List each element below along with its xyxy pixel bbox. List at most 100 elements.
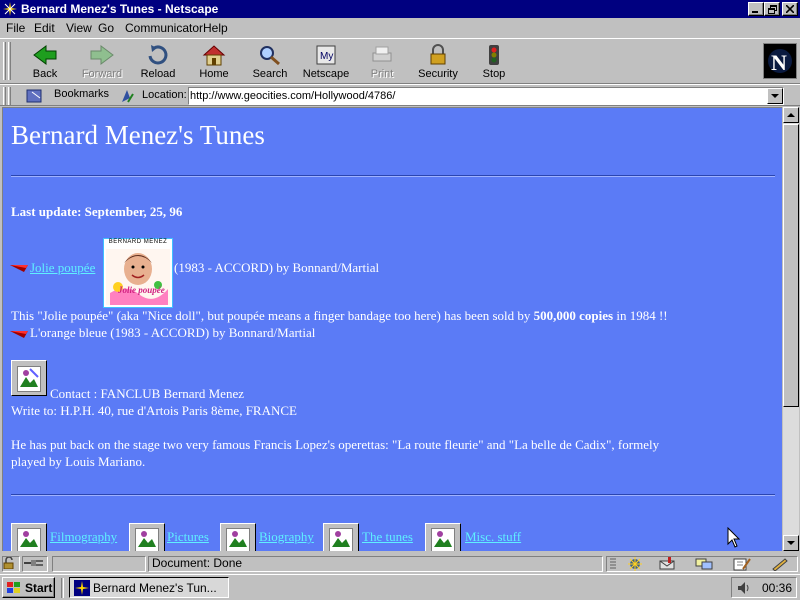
- menu-help[interactable]: Help: [203, 21, 228, 35]
- song1-description: This "Jolie poupée" (aka "Nice doll", bu…: [11, 308, 668, 324]
- taskbar-item-netscape[interactable]: Bernard Menez's Tun...: [69, 577, 229, 598]
- nav-link-filmography[interactable]: Filmography: [50, 529, 117, 545]
- menu-communicator[interactable]: Communicator: [125, 21, 203, 35]
- netscape-label: Netscape: [302, 68, 350, 80]
- clock: 00:36: [762, 581, 793, 595]
- menu-view[interactable]: View: [66, 21, 92, 35]
- stop-icon: [489, 45, 499, 65]
- broken-image-icon[interactable]: [11, 523, 47, 551]
- netscape-app-icon[interactable]: [2, 1, 18, 17]
- location-label: Location:: [142, 89, 187, 101]
- location-field[interactable]: [188, 87, 784, 105]
- progress-bar: [52, 556, 146, 572]
- connection-status: [22, 556, 48, 572]
- song2-title: L'orange bleue (1983 - ACCORD) by Bonnar…: [30, 325, 316, 340]
- back-button[interactable]: Back: [19, 42, 71, 82]
- scrollbar-thumb[interactable]: [783, 124, 799, 407]
- close-icon: [786, 5, 794, 13]
- speaker-icon[interactable]: [736, 580, 752, 596]
- search-icon: [260, 46, 280, 66]
- broken-image-icon[interactable]: [425, 523, 461, 551]
- search-button[interactable]: Search: [244, 42, 296, 82]
- menu-go[interactable]: Go: [98, 21, 114, 35]
- nav-link-pictures[interactable]: Pictures: [167, 529, 209, 545]
- vertical-scrollbar[interactable]: [783, 107, 799, 551]
- bookmarks-icon[interactable]: [24, 88, 46, 104]
- composer-icon[interactable]: [733, 557, 751, 571]
- stop-button[interactable]: Stop: [468, 42, 520, 82]
- url-input[interactable]: [190, 89, 764, 103]
- navigator-icon[interactable]: [627, 557, 643, 571]
- security-status[interactable]: [2, 556, 20, 572]
- close-button[interactable]: [782, 2, 798, 16]
- page-proxy-icon[interactable]: [120, 88, 136, 104]
- url-history-dropdown[interactable]: [767, 88, 783, 104]
- red-bullet-icon: [10, 331, 28, 338]
- toolbar-grip[interactable]: [8, 87, 11, 105]
- netscape-logo[interactable]: N: [763, 43, 797, 79]
- menu-file[interactable]: File: [6, 21, 25, 35]
- system-tray: 00:36: [731, 577, 797, 598]
- svg-text:N: N: [771, 50, 787, 75]
- album-cover-artist: BERNARD MENEZ: [104, 239, 172, 249]
- stage-text-line1: He has put back on the stage two very fa…: [11, 437, 660, 452]
- album-cover-illustration: [106, 249, 170, 305]
- home-icon: [202, 45, 226, 66]
- my-netscape-icon: My: [316, 45, 336, 65]
- album-cover-title: Jolie poupée: [118, 285, 165, 295]
- nav-link-the-tunes[interactable]: The tunes: [362, 529, 413, 545]
- scroll-up-button[interactable]: [783, 107, 799, 123]
- reload-label: Reload: [140, 68, 176, 80]
- netscape-app-icon: [74, 580, 90, 596]
- nav-link-biography[interactable]: Biography: [259, 529, 314, 545]
- description-text: This "Jolie poupée" (aka "Nice doll", bu…: [11, 308, 534, 323]
- location-toolbar: Bookmarks Location:: [0, 84, 800, 106]
- discussions-icon[interactable]: [695, 557, 713, 571]
- start-label: Start: [25, 581, 53, 595]
- print-label: Print: [370, 68, 394, 80]
- plug-icon: [24, 560, 43, 566]
- minimize-button[interactable]: [748, 2, 764, 16]
- broken-image-icon[interactable]: [220, 523, 256, 551]
- home-label: Home: [199, 68, 229, 80]
- forward-label: Forward: [81, 68, 123, 80]
- security-button[interactable]: Security: [412, 42, 464, 82]
- nav-link-misc-stuff[interactable]: Misc. stuff: [465, 529, 521, 545]
- forward-button[interactable]: Forward: [76, 42, 128, 82]
- netscape-button[interactable]: My Netscape: [300, 42, 352, 82]
- page-title: Bernard Menez's Tunes: [11, 120, 265, 150]
- broken-image-icon[interactable]: [11, 360, 47, 396]
- back-label: Back: [32, 68, 58, 80]
- taskbar-separator: [61, 578, 64, 598]
- restore-button[interactable]: [764, 2, 780, 16]
- broken-image-icon[interactable]: [323, 523, 359, 551]
- mailbox-icon[interactable]: [659, 557, 677, 571]
- security-label: Security: [418, 68, 458, 80]
- unlocked-padlock-icon: [3, 556, 14, 570]
- red-bullet-icon: [10, 265, 28, 272]
- start-button[interactable]: Start: [2, 577, 55, 598]
- scroll-down-button[interactable]: [783, 535, 799, 551]
- component-grip-icon[interactable]: [609, 558, 617, 570]
- toolbar-grip[interactable]: [3, 87, 6, 105]
- album-cover-image[interactable]: BERNARD MENEZ Jolie poupée: [103, 238, 173, 308]
- edit-pencil-icon[interactable]: [771, 557, 789, 571]
- home-button[interactable]: Home: [188, 42, 240, 82]
- toolbar-grip[interactable]: [3, 42, 6, 80]
- arrow-down-icon: [787, 540, 795, 545]
- title-bar: Bernard Menez's Tunes - Netscape: [0, 0, 800, 18]
- horizontal-rule: [11, 175, 775, 177]
- print-button[interactable]: Print: [356, 42, 408, 82]
- bookmarks-button[interactable]: Bookmarks: [54, 88, 109, 100]
- broken-image-icon[interactable]: [129, 523, 165, 551]
- menu-edit[interactable]: Edit: [34, 21, 55, 35]
- toolbar-grip[interactable]: [8, 42, 11, 80]
- svg-text:My: My: [320, 51, 333, 62]
- mouse-cursor-icon: [727, 527, 741, 548]
- stop-label: Stop: [482, 68, 506, 80]
- window-title: Bernard Menez's Tunes - Netscape: [21, 2, 219, 16]
- reload-button[interactable]: Reload: [132, 42, 184, 82]
- song-link-jolie-poupee[interactable]: Jolie poupée: [30, 260, 95, 276]
- netscape-window: Bernard Menez's Tunes - Netscape File Ed…: [0, 0, 800, 574]
- arrow-up-icon: [787, 112, 795, 117]
